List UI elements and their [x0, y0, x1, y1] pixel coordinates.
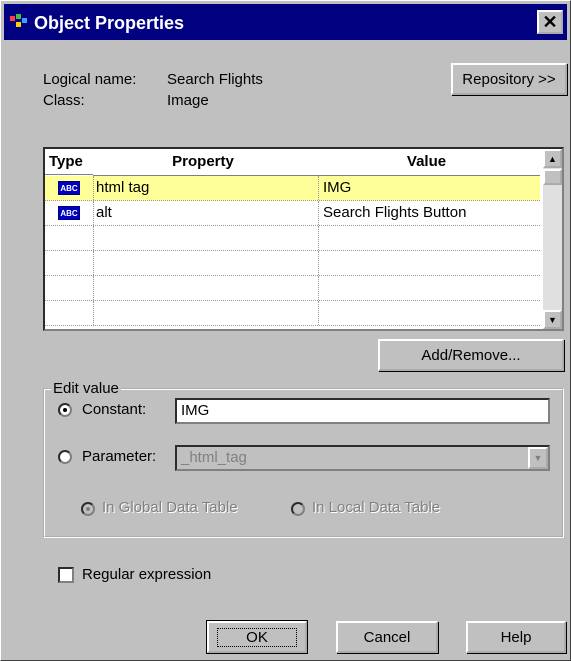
object-properties-dialog: Object Properties ✕ Logical name: Search…: [0, 0, 571, 661]
close-button[interactable]: ✕: [537, 10, 563, 34]
repository-button[interactable]: Repository >>: [451, 63, 567, 95]
global-data-table-label: In Global Data Table: [102, 499, 238, 516]
ok-button[interactable]: OK: [206, 620, 308, 654]
property-cell: alt: [94, 201, 319, 225]
abc-string-icon: ABC: [58, 206, 80, 220]
help-button-label: Help: [500, 628, 532, 646]
app-icon: [10, 14, 27, 27]
table-row-empty[interactable]: [45, 276, 540, 301]
parameter-label[interactable]: Parameter:: [82, 448, 156, 465]
ok-button-label: OK: [217, 627, 297, 647]
add-remove-button-label: Add/Remove...: [421, 346, 521, 364]
edit-value-legend: Edit value: [53, 380, 119, 397]
window-title: Object Properties: [34, 13, 185, 33]
title-bar[interactable]: Object Properties ✕: [4, 4, 567, 40]
parameter-radio[interactable]: [58, 450, 72, 464]
close-icon: ✕: [542, 11, 558, 32]
constant-label[interactable]: Constant:: [82, 401, 146, 418]
class-value: Image: [167, 92, 209, 109]
regular-expression-label[interactable]: Regular expression: [82, 566, 211, 583]
regular-expression-checkbox[interactable]: [58, 567, 74, 583]
parameter-select-value: _html_tag: [181, 449, 247, 466]
class-label: Class:: [43, 92, 85, 109]
table-row-empty[interactable]: [45, 251, 540, 276]
column-property[interactable]: Property: [93, 149, 313, 176]
local-data-table-radio[interactable]: [291, 502, 305, 516]
type-cell: ABC: [45, 176, 94, 200]
constant-value-input[interactable]: IMG: [175, 398, 550, 424]
column-value[interactable]: Value: [313, 149, 540, 176]
table-row-empty[interactable]: [45, 301, 540, 326]
scroll-thumb[interactable]: [543, 169, 562, 185]
property-grid[interactable]: Type Property Value ABC html tag IMG ABC…: [43, 147, 564, 331]
scroll-down-button[interactable]: ▼: [543, 310, 562, 329]
table-row-html-tag[interactable]: ABC html tag IMG: [45, 176, 540, 201]
grid-header: Type Property Value: [45, 149, 540, 176]
repository-button-label: Repository >>: [462, 70, 556, 88]
logical-name-value: Search Flights: [167, 71, 263, 88]
grid-vertical-scrollbar[interactable]: ▲ ▼: [543, 149, 562, 329]
global-data-table-radio[interactable]: [81, 502, 95, 516]
logical-name-label: Logical name:: [43, 71, 137, 88]
add-remove-button[interactable]: Add/Remove...: [378, 339, 564, 371]
local-data-table-label: In Local Data Table: [312, 499, 441, 516]
arrow-down-icon: ▼: [548, 314, 557, 325]
parameter-select[interactable]: _html_tag ▼: [175, 445, 550, 471]
property-cell: html tag: [94, 176, 319, 200]
column-type[interactable]: Type: [45, 149, 93, 175]
table-row-empty[interactable]: [45, 226, 540, 251]
cancel-button[interactable]: Cancel: [336, 621, 438, 653]
type-cell: ABC: [45, 201, 94, 225]
value-cell: IMG: [323, 179, 352, 196]
parameter-dropdown-button[interactable]: ▼: [528, 447, 548, 469]
cancel-button-label: Cancel: [363, 628, 411, 646]
abc-string-icon: ABC: [58, 181, 80, 195]
constant-radio[interactable]: [58, 403, 72, 417]
scroll-up-button[interactable]: ▲: [543, 149, 562, 168]
arrow-up-icon: ▲: [548, 153, 557, 164]
value-cell: Search Flights Button: [323, 204, 467, 221]
chevron-down-icon: ▼: [533, 453, 543, 463]
help-button[interactable]: Help: [466, 621, 566, 653]
table-row-alt[interactable]: ABC alt Search Flights Button: [45, 201, 540, 226]
